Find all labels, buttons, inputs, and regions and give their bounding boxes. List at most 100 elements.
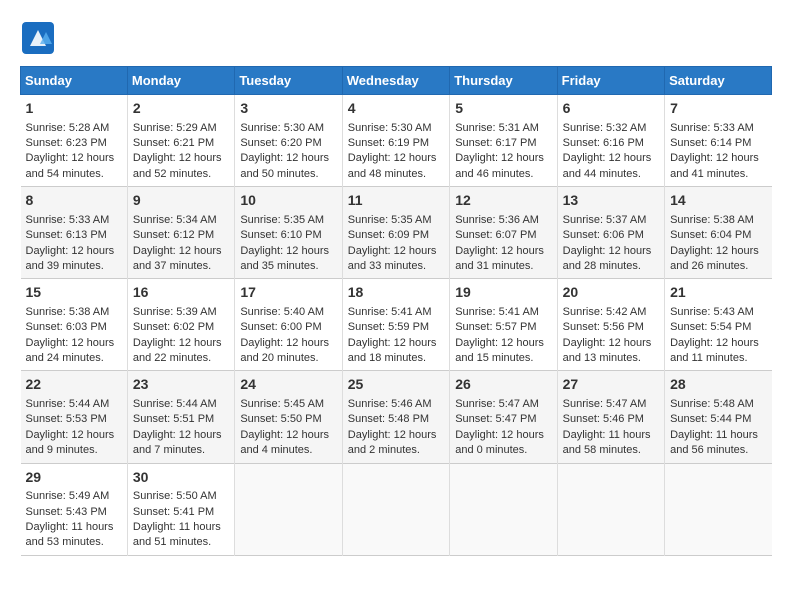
calendar-cell: 3Sunrise: 5:30 AMSunset: 6:20 PMDaylight… <box>235 95 342 187</box>
cell-text: and 2 minutes. <box>348 443 444 458</box>
cell-text: Daylight: 12 hours <box>670 244 766 259</box>
cell-text: and 28 minutes. <box>563 259 659 274</box>
cell-text: and 44 minutes. <box>563 167 659 182</box>
cell-text: Sunrise: 5:28 AM <box>26 121 122 136</box>
cell-text: and 56 minutes. <box>670 443 766 458</box>
cell-text: Sunset: 6:06 PM <box>563 228 659 243</box>
page-header <box>20 20 772 56</box>
cell-text: Sunset: 5:46 PM <box>563 412 659 427</box>
calendar-cell: 21Sunrise: 5:43 AMSunset: 5:54 PMDayligh… <box>665 279 772 371</box>
calendar-cell: 4Sunrise: 5:30 AMSunset: 6:19 PMDaylight… <box>342 95 449 187</box>
header-cell-sunday: Sunday <box>21 67 128 95</box>
cell-text: Sunrise: 5:49 AM <box>26 489 122 504</box>
cell-text: and 20 minutes. <box>240 351 336 366</box>
header-cell-tuesday: Tuesday <box>235 67 342 95</box>
calendar-cell: 10Sunrise: 5:35 AMSunset: 6:10 PMDayligh… <box>235 187 342 279</box>
calendar-cell: 8Sunrise: 5:33 AMSunset: 6:13 PMDaylight… <box>21 187 128 279</box>
calendar-cell: 30Sunrise: 5:50 AMSunset: 5:41 PMDayligh… <box>127 463 234 555</box>
cell-text: Daylight: 12 hours <box>670 151 766 166</box>
cell-text: Sunset: 6:03 PM <box>26 320 122 335</box>
calendar-cell: 29Sunrise: 5:49 AMSunset: 5:43 PMDayligh… <box>21 463 128 555</box>
cell-text: Daylight: 12 hours <box>240 428 336 443</box>
cell-text: Sunset: 6:04 PM <box>670 228 766 243</box>
day-number: 11 <box>348 191 444 211</box>
cell-text: and 50 minutes. <box>240 167 336 182</box>
cell-text: Sunset: 5:56 PM <box>563 320 659 335</box>
header-cell-thursday: Thursday <box>450 67 557 95</box>
calendar-cell: 11Sunrise: 5:35 AMSunset: 6:09 PMDayligh… <box>342 187 449 279</box>
calendar-cell: 28Sunrise: 5:48 AMSunset: 5:44 PMDayligh… <box>665 371 772 463</box>
day-number: 29 <box>26 468 122 488</box>
cell-text: Sunset: 6:17 PM <box>455 136 551 151</box>
cell-text: Daylight: 12 hours <box>455 151 551 166</box>
day-number: 9 <box>133 191 229 211</box>
day-number: 18 <box>348 283 444 303</box>
cell-text: and 22 minutes. <box>133 351 229 366</box>
cell-text: Sunrise: 5:32 AM <box>563 121 659 136</box>
cell-text: Daylight: 12 hours <box>563 336 659 351</box>
week-row-1: 1Sunrise: 5:28 AMSunset: 6:23 PMDaylight… <box>21 95 772 187</box>
cell-text: Sunrise: 5:30 AM <box>240 121 336 136</box>
calendar-cell <box>342 463 449 555</box>
cell-text: Sunrise: 5:31 AM <box>455 121 551 136</box>
cell-text: Daylight: 12 hours <box>240 336 336 351</box>
cell-text: Sunset: 5:48 PM <box>348 412 444 427</box>
cell-text: and 58 minutes. <box>563 443 659 458</box>
cell-text: Sunset: 6:02 PM <box>133 320 229 335</box>
calendar-cell: 7Sunrise: 5:33 AMSunset: 6:14 PMDaylight… <box>665 95 772 187</box>
week-row-3: 15Sunrise: 5:38 AMSunset: 6:03 PMDayligh… <box>21 279 772 371</box>
cell-text: Sunrise: 5:46 AM <box>348 397 444 412</box>
cell-text: Sunrise: 5:38 AM <box>670 213 766 228</box>
cell-text: and 26 minutes. <box>670 259 766 274</box>
day-number: 15 <box>26 283 122 303</box>
cell-text: Sunset: 6:00 PM <box>240 320 336 335</box>
cell-text: and 0 minutes. <box>455 443 551 458</box>
cell-text: Sunset: 6:13 PM <box>26 228 122 243</box>
cell-text: and 4 minutes. <box>240 443 336 458</box>
cell-text: Daylight: 12 hours <box>133 336 229 351</box>
cell-text: Sunrise: 5:38 AM <box>26 305 122 320</box>
day-number: 8 <box>26 191 122 211</box>
cell-text: and 33 minutes. <box>348 259 444 274</box>
calendar-cell <box>557 463 664 555</box>
calendar-cell: 27Sunrise: 5:47 AMSunset: 5:46 PMDayligh… <box>557 371 664 463</box>
cell-text: Sunrise: 5:41 AM <box>348 305 444 320</box>
cell-text: Sunrise: 5:37 AM <box>563 213 659 228</box>
day-number: 12 <box>455 191 551 211</box>
calendar-cell <box>450 463 557 555</box>
cell-text: and 52 minutes. <box>133 167 229 182</box>
day-number: 20 <box>563 283 659 303</box>
cell-text: Daylight: 12 hours <box>26 336 122 351</box>
calendar-cell <box>665 463 772 555</box>
cell-text: and 7 minutes. <box>133 443 229 458</box>
cell-text: Sunset: 6:09 PM <box>348 228 444 243</box>
day-number: 1 <box>26 99 122 119</box>
day-number: 4 <box>348 99 444 119</box>
cell-text: and 31 minutes. <box>455 259 551 274</box>
calendar-cell: 26Sunrise: 5:47 AMSunset: 5:47 PMDayligh… <box>450 371 557 463</box>
cell-text: Sunset: 5:54 PM <box>670 320 766 335</box>
cell-text: Daylight: 12 hours <box>455 244 551 259</box>
header-row: SundayMondayTuesdayWednesdayThursdayFrid… <box>21 67 772 95</box>
calendar-cell: 13Sunrise: 5:37 AMSunset: 6:06 PMDayligh… <box>557 187 664 279</box>
cell-text: Sunrise: 5:39 AM <box>133 305 229 320</box>
cell-text: Sunrise: 5:33 AM <box>670 121 766 136</box>
cell-text: Sunrise: 5:35 AM <box>240 213 336 228</box>
cell-text: and 41 minutes. <box>670 167 766 182</box>
day-number: 24 <box>240 375 336 395</box>
calendar-header: SundayMondayTuesdayWednesdayThursdayFrid… <box>21 67 772 95</box>
day-number: 2 <box>133 99 229 119</box>
cell-text: Daylight: 12 hours <box>133 244 229 259</box>
cell-text: and 48 minutes. <box>348 167 444 182</box>
cell-text: Sunset: 6:20 PM <box>240 136 336 151</box>
cell-text: Sunset: 6:10 PM <box>240 228 336 243</box>
day-number: 17 <box>240 283 336 303</box>
cell-text: Sunrise: 5:40 AM <box>240 305 336 320</box>
calendar-cell: 16Sunrise: 5:39 AMSunset: 6:02 PMDayligh… <box>127 279 234 371</box>
logo-icon <box>20 20 56 56</box>
cell-text: and 24 minutes. <box>26 351 122 366</box>
cell-text: and 54 minutes. <box>26 167 122 182</box>
cell-text: Daylight: 11 hours <box>563 428 659 443</box>
day-number: 21 <box>670 283 766 303</box>
day-number: 25 <box>348 375 444 395</box>
